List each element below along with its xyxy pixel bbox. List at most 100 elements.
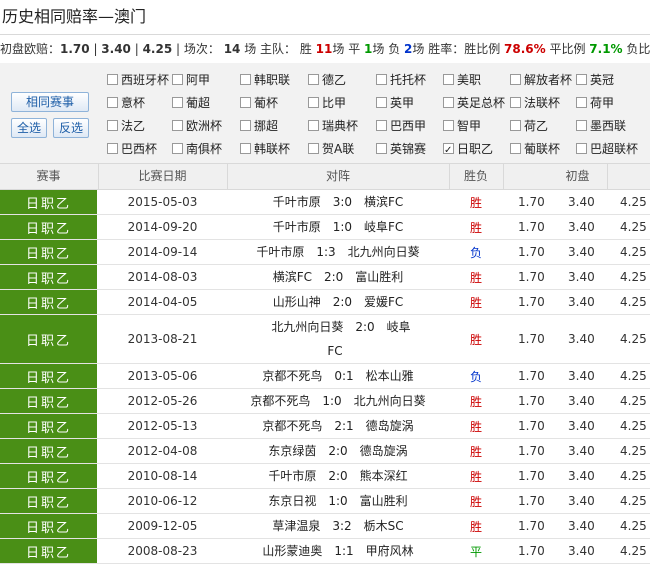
league-checkbox-item[interactable]: 英甲	[376, 92, 414, 114]
league-cell[interactable]: 日职乙	[0, 240, 97, 264]
home-team[interactable]: 东京绿茵	[268, 444, 316, 458]
league-checkbox-item[interactable]: 巴超联杯	[576, 138, 638, 160]
league-cell[interactable]: 日职乙	[0, 489, 97, 513]
checkbox[interactable]	[308, 143, 319, 154]
league-checkbox-item[interactable]: 英足总杯	[443, 92, 505, 114]
checkbox[interactable]	[443, 97, 454, 108]
league-cell[interactable]: 日职乙	[0, 215, 97, 239]
league-checkbox-item[interactable]: 比甲	[308, 92, 346, 114]
home-team[interactable]: 北九州向日葵	[271, 320, 343, 334]
away-team[interactable]: 北九州向日葵	[354, 394, 426, 408]
league-checkbox-item[interactable]: 南俱杯	[172, 138, 222, 160]
league-checkbox-item[interactable]: 荷乙	[510, 115, 548, 137]
checkbox[interactable]	[576, 97, 587, 108]
home-team[interactable]: 草津温泉	[272, 519, 320, 533]
checkbox[interactable]	[240, 120, 251, 131]
home-team[interactable]: 横滨FC	[273, 270, 312, 284]
checkbox[interactable]	[510, 74, 521, 85]
league-checkbox-item[interactable]: 韩联杯	[240, 138, 290, 160]
checkbox[interactable]	[443, 120, 454, 131]
home-team[interactable]: 山形蒙迪奥	[262, 544, 322, 558]
league-checkbox-item[interactable]: 托托杯	[376, 69, 426, 91]
league-cell[interactable]: 日职乙	[0, 265, 97, 289]
league-cell[interactable]: 日职乙	[0, 389, 97, 413]
home-team[interactable]: 千叶市原	[273, 195, 321, 209]
checkbox[interactable]	[107, 74, 118, 85]
away-team[interactable]: 松本山雅	[366, 369, 414, 383]
league-checkbox-item[interactable]: 阿甲	[172, 69, 210, 91]
away-team[interactable]: 德岛旋涡	[360, 444, 408, 458]
home-team[interactable]: 千叶市原	[268, 469, 316, 483]
league-checkbox-item[interactable]: 贺A联	[308, 138, 354, 160]
home-team[interactable]: 千叶市原	[256, 245, 304, 259]
checkbox[interactable]	[576, 120, 587, 131]
away-team[interactable]: 爱媛FC	[364, 295, 403, 309]
home-team[interactable]: 千叶市原	[273, 220, 321, 234]
checkbox[interactable]	[308, 74, 319, 85]
checkbox[interactable]	[376, 120, 387, 131]
league-checkbox-item[interactable]: 墨西联	[576, 115, 626, 137]
checkbox[interactable]	[240, 143, 251, 154]
league-checkbox-item[interactable]: 西班牙杯	[107, 69, 169, 91]
league-checkbox-item[interactable]: 法乙	[107, 115, 145, 137]
away-team[interactable]: 富山胜利	[355, 270, 403, 284]
league-checkbox-item[interactable]: 葡联杯	[510, 138, 560, 160]
away-team[interactable]: 甲府风林	[366, 544, 414, 558]
checkbox[interactable]	[240, 74, 251, 85]
league-checkbox-item[interactable]: 葡杯	[240, 92, 278, 114]
checkbox[interactable]	[376, 143, 387, 154]
home-team[interactable]: 东京日视	[268, 494, 316, 508]
away-team[interactable]: 栃木SC	[364, 519, 404, 533]
away-team[interactable]: 熊本深红	[360, 469, 408, 483]
league-checkbox-item[interactable]: 巴西杯	[107, 138, 157, 160]
checkbox[interactable]	[107, 120, 118, 131]
league-cell[interactable]: 日职乙	[0, 439, 97, 463]
league-checkbox-item[interactable]: 欧洲杯	[172, 115, 222, 137]
select-all-button[interactable]: 全选	[11, 118, 47, 138]
league-checkbox-item[interactable]: 法联杯	[510, 92, 560, 114]
league-checkbox-item[interactable]: 英冠	[576, 69, 614, 91]
checkbox[interactable]	[107, 97, 118, 108]
checkbox[interactable]	[576, 143, 587, 154]
league-checkbox-item[interactable]: 瑞典杯	[308, 115, 358, 137]
league-cell[interactable]: 日职乙	[0, 290, 97, 314]
checkbox[interactable]	[510, 97, 521, 108]
league-cell[interactable]: 日职乙	[0, 315, 97, 363]
checkbox[interactable]	[376, 74, 387, 85]
checkbox[interactable]	[172, 74, 183, 85]
league-checkbox-item[interactable]: 葡超	[172, 92, 210, 114]
away-team[interactable]: 岐阜FC	[364, 220, 403, 234]
league-checkbox-item[interactable]: 智甲	[443, 115, 481, 137]
home-team[interactable]: 京都不死鸟	[262, 369, 322, 383]
checkbox[interactable]	[510, 120, 521, 131]
league-checkbox-item[interactable]: 美职	[443, 69, 481, 91]
checkbox[interactable]	[576, 74, 587, 85]
league-checkbox-item[interactable]: 德乙	[308, 69, 346, 91]
league-checkbox-item[interactable]: 巴西甲	[376, 115, 426, 137]
checkbox[interactable]	[240, 97, 251, 108]
home-team[interactable]: 山形山神	[273, 295, 321, 309]
checkbox[interactable]	[510, 143, 521, 154]
checkbox[interactable]	[376, 97, 387, 108]
checkbox[interactable]	[172, 97, 183, 108]
league-checkbox-item[interactable]: 日职乙	[443, 138, 493, 162]
league-checkbox-item[interactable]: 解放者杯	[510, 69, 572, 91]
league-cell[interactable]: 日职乙	[0, 464, 97, 488]
league-cell[interactable]: 日职乙	[0, 414, 97, 438]
checkbox[interactable]	[172, 120, 183, 131]
same-match-button[interactable]: 相同赛事	[11, 92, 89, 112]
checkbox[interactable]	[172, 143, 183, 154]
league-cell[interactable]: 日职乙	[0, 364, 97, 388]
checkbox[interactable]	[308, 120, 319, 131]
league-checkbox-item[interactable]: 韩职联	[240, 69, 290, 91]
away-team[interactable]: 德岛旋涡	[366, 419, 414, 433]
league-checkbox-item[interactable]: 挪超	[240, 115, 278, 137]
league-checkbox-item[interactable]: 英锦赛	[376, 138, 426, 160]
home-team[interactable]: 京都不死鸟	[250, 394, 310, 408]
home-team[interactable]: 京都不死鸟	[262, 419, 322, 433]
checkbox[interactable]	[443, 140, 454, 162]
away-team[interactable]: 北九州向日葵	[348, 245, 420, 259]
league-cell[interactable]: 日职乙	[0, 539, 97, 563]
away-team[interactable]: 横滨FC	[364, 195, 403, 209]
league-checkbox-item[interactable]: 荷甲	[576, 92, 614, 114]
